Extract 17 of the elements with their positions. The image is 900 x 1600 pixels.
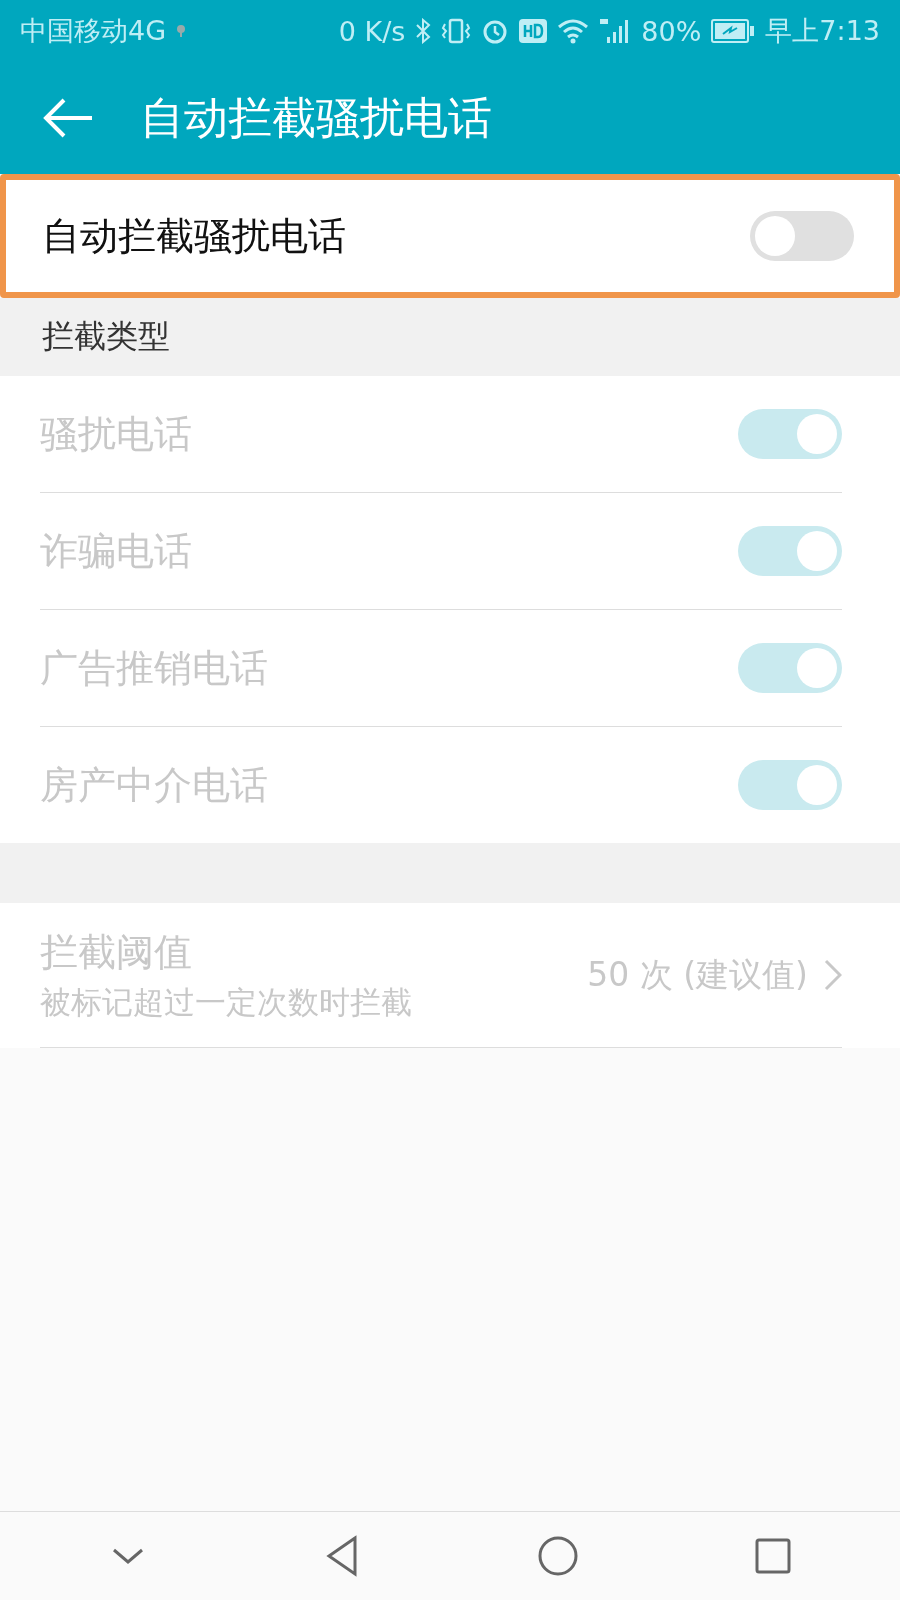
notification-icon bbox=[176, 24, 187, 38]
setting-row[interactable]: 自动拦截骚扰电话 bbox=[0, 174, 900, 298]
setting-label: 自动拦截骚扰电话 bbox=[42, 212, 347, 260]
battery-percent: 80% bbox=[641, 15, 702, 47]
bluetooth-icon bbox=[415, 18, 432, 44]
battery-charging-icon bbox=[711, 19, 756, 43]
toggle-switch[interactable] bbox=[750, 211, 854, 261]
section-header: 拦截类型 bbox=[42, 316, 170, 357]
vibrate-icon bbox=[441, 18, 472, 44]
back-arrow-icon[interactable] bbox=[42, 98, 94, 138]
network-speed: 0 K/s bbox=[338, 15, 406, 47]
screen-title: 自动拦截骚扰电话 bbox=[140, 90, 492, 145]
clock-text: 早上7:13 bbox=[765, 14, 880, 48]
hd-icon bbox=[519, 19, 548, 43]
chevron-right-icon bbox=[824, 959, 842, 991]
carrier-text: 中国移动4G bbox=[20, 14, 167, 48]
wifi-icon bbox=[557, 18, 590, 44]
